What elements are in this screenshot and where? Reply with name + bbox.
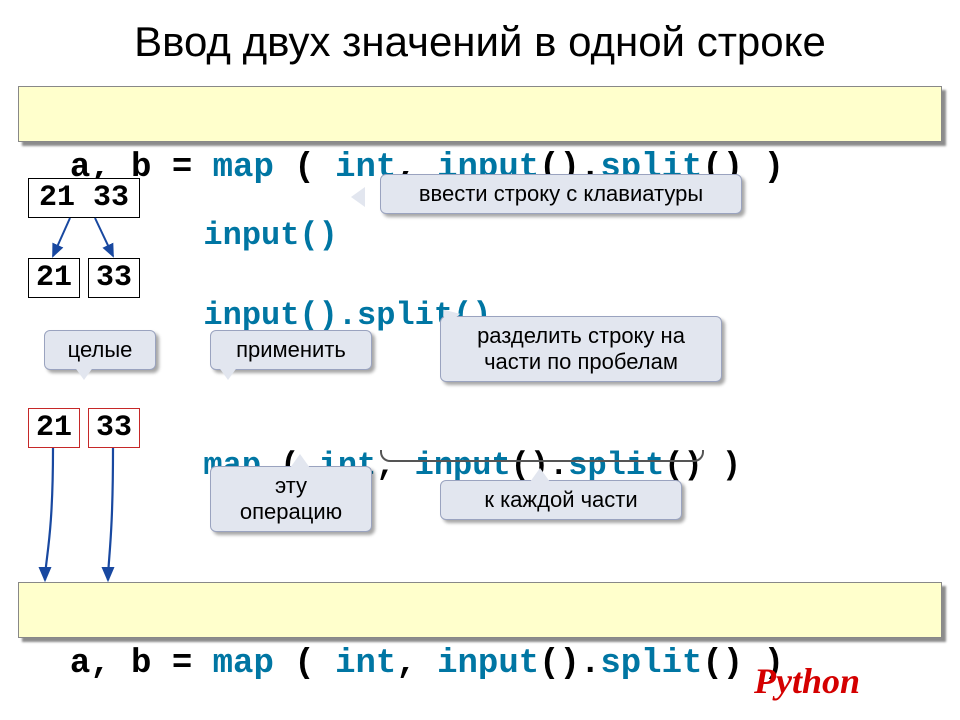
value-box-33-b: 33	[88, 408, 140, 448]
callout-tail-ints	[74, 366, 94, 380]
callout-tail-apply	[218, 366, 238, 380]
page-title: Ввод двух значений в одной строке	[0, 0, 960, 78]
brace-split-part	[380, 450, 704, 462]
callout-tail-each	[530, 468, 550, 482]
callout-apply: применить	[210, 330, 372, 370]
value-box-21-a: 21	[28, 258, 80, 298]
value-box-33-a: 33	[88, 258, 140, 298]
callout-tail-1	[351, 187, 365, 207]
code-bar-bottom: a, b = map ( int, input().split() )	[18, 582, 942, 638]
callout-split: разделить строку на части по пробелам	[440, 316, 722, 382]
value-box-21-b: 21	[28, 408, 80, 448]
callout-tail-op	[290, 454, 310, 468]
callout-input: ввести строку с клавиатуры	[380, 174, 742, 214]
language-label: Python	[754, 660, 860, 702]
value-box-pair: 21 33	[28, 178, 140, 218]
code-row-1: input()	[165, 180, 338, 254]
callout-each: к каждой части	[440, 480, 682, 520]
callout-op: эту операцию	[210, 466, 372, 532]
code-bar-top: a, b = map ( int, input().split() )	[18, 86, 942, 142]
callout-ints: целые	[44, 330, 156, 370]
